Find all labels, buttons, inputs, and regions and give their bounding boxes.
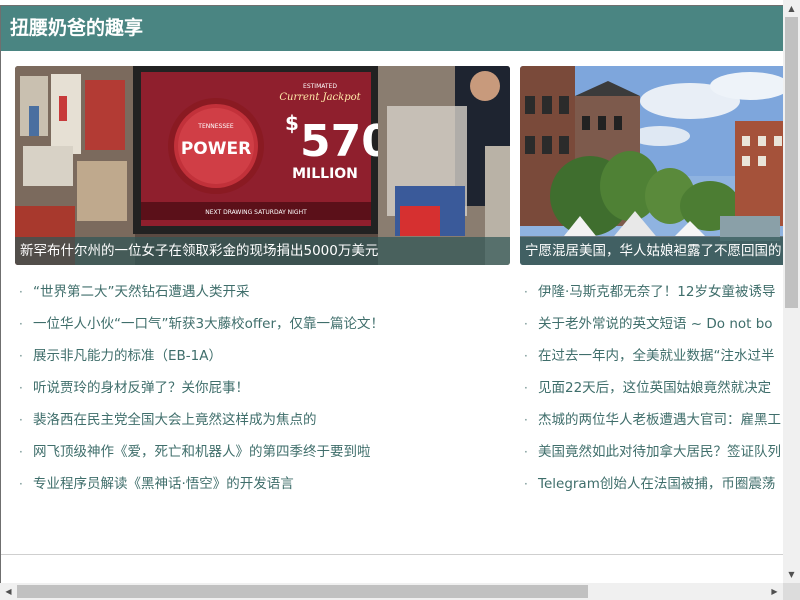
article-link[interactable]: 见面22天后，这位英国姑娘竟然就决定	[538, 380, 771, 396]
bullet-icon: ·	[19, 413, 23, 427]
list-item[interactable]: · 杰城的两位华人老板遭遇大官司：雇黑工	[520, 404, 783, 436]
dollar-sign-text: $	[285, 111, 299, 135]
article-link[interactable]: 展示非凡能力的标准（EB-1A）	[33, 348, 222, 364]
page-frame: 扭腰奶爸的趣享 TENNESSEE POWER ESTIMATED Curren…	[0, 5, 783, 583]
article-link[interactable]: “世界第二大”天然钻石遭遇人类开采	[33, 284, 250, 300]
million-text: MILLION	[292, 166, 358, 182]
list-item[interactable]: · 专业程序员解读《黑神话·悟空》的开发语言	[15, 468, 515, 500]
bullet-icon: ·	[19, 445, 23, 459]
article-link[interactable]: 在过去一年内，全美就业数据“注水过半	[538, 348, 775, 364]
article-link[interactable]: 专业程序员解读《黑神话·悟空》的开发语言	[33, 476, 294, 492]
article-link[interactable]: 网飞顶级神作《爱，死亡和机器人》的第四季终于要到啦	[33, 444, 371, 460]
article-link[interactable]: 一位华人小伙“一口气”斩获3大藤校offer，仅靠一篇论文！	[33, 316, 384, 332]
bullet-icon: ·	[19, 349, 23, 363]
list-item[interactable]: · 关于老外常说的英文短语 ~ Do not bo	[520, 308, 783, 340]
article-link[interactable]: 美国竟然如此对待加拿大居民？签证队列	[538, 444, 781, 460]
vertical-scroll-thumb[interactable]	[785, 17, 798, 308]
list-item[interactable]: · 见面22天后，这位英国姑娘竟然就决定	[520, 372, 783, 404]
featured-card-town[interactable]: 宁愿混居美国，华人姑娘袒露了不愿回国的	[520, 66, 783, 265]
bullet-icon: ·	[524, 477, 528, 491]
estimated-text: ESTIMATED	[303, 83, 337, 90]
lottery-photo: TENNESSEE POWER ESTIMATED Current Jackpo…	[15, 66, 510, 265]
list-item[interactable]: · 展示非凡能力的标准（EB-1A）	[15, 340, 515, 372]
list-item[interactable]: · 在过去一年内，全美就业数据“注水过半	[520, 340, 783, 372]
caption-bar: 宁愿混居美国，华人姑娘袒露了不愿回国的	[520, 237, 783, 265]
horizontal-scrollbar[interactable]: ◀ ▶	[0, 583, 783, 600]
list-item[interactable]: · 裴洛西在民主党全国大会上竟然这样成为焦点的	[15, 404, 515, 436]
brand-text: POWER	[181, 139, 251, 159]
bullet-icon: ·	[524, 381, 528, 395]
bullet-icon: ·	[524, 317, 528, 331]
bullet-icon: ·	[19, 317, 23, 331]
scroll-down-icon[interactable]: ▼	[783, 566, 800, 583]
ticker-text: NEXT DRAWING SATURDAY NIGHT	[205, 209, 307, 216]
vertical-scrollbar[interactable]: ▲ ▼	[783, 0, 800, 583]
bullet-icon: ·	[19, 381, 23, 395]
footer-divider	[1, 554, 783, 555]
article-link[interactable]: 裴洛西在民主党全国大会上竟然这样成为焦点的	[33, 412, 317, 428]
brand-small-text: TENNESSEE	[197, 123, 234, 130]
bullet-icon: ·	[524, 445, 528, 459]
article-list-left: · “世界第二大”天然钻石遭遇人类开采 · 一位华人小伙“一口气”斩获3大藤校off…	[15, 276, 515, 500]
article-link[interactable]: Telegram创始人在法国被捕，币圈震荡	[538, 476, 775, 492]
featured-card-lottery[interactable]: TENNESSEE POWER ESTIMATED Current Jackpo…	[15, 66, 510, 265]
list-item[interactable]: · 伊隆·马斯克都无奈了！12岁女童被诱导	[520, 276, 783, 308]
list-item[interactable]: · Telegram创始人在法国被捕，币圈震荡	[520, 468, 783, 500]
bullet-icon: ·	[19, 477, 23, 491]
jackpot-label-text: Current Jackpot	[279, 92, 361, 103]
horizontal-scroll-thumb[interactable]	[17, 585, 588, 598]
list-item[interactable]: · 网飞顶级神作《爱，死亡和机器人》的第四季终于要到啦	[15, 436, 515, 468]
bullet-icon: ·	[524, 413, 528, 427]
featured-caption[interactable]: 宁愿混居美国，华人姑娘袒露了不愿回国的	[525, 237, 782, 265]
scrollbar-corner	[783, 583, 800, 600]
bullet-icon: ·	[19, 285, 23, 299]
article-list-right: · 伊隆·马斯克都无奈了！12岁女童被诱导 · 关于老外常说的英文短语 ~ Do n…	[520, 276, 783, 500]
scroll-right-icon[interactable]: ▶	[766, 583, 783, 600]
site-header: 扭腰奶爸的趣享	[1, 6, 783, 51]
site-title[interactable]: 扭腰奶爸的趣享	[10, 6, 143, 51]
bullet-icon: ·	[524, 285, 528, 299]
town-photo	[520, 66, 783, 265]
list-item[interactable]: · 一位华人小伙“一口气”斩获3大藤校offer，仅靠一篇论文！	[15, 308, 515, 340]
article-link[interactable]: 杰城的两位华人老板遭遇大官司：雇黑工	[538, 412, 781, 428]
article-link[interactable]: 伊隆·马斯克都无奈了！12岁女童被诱导	[538, 284, 775, 300]
article-link[interactable]: 听说贾玲的身材反弹了？关你屁事！	[33, 380, 249, 396]
caption-bar: 新罕布什尔州的一位女子在领取彩金的现场捐出5000万美元	[15, 237, 510, 265]
bullet-icon: ·	[524, 349, 528, 363]
article-link[interactable]: 关于老外常说的英文短语 ~ Do not bo	[538, 316, 773, 332]
featured-caption[interactable]: 新罕布什尔州的一位女子在领取彩金的现场捐出5000万美元	[20, 237, 378, 265]
scroll-up-icon[interactable]: ▲	[783, 0, 800, 17]
list-item[interactable]: · 听说贾玲的身材反弹了？关你屁事！	[15, 372, 515, 404]
scroll-left-icon[interactable]: ◀	[0, 583, 17, 600]
browser-viewport: 扭腰奶爸的趣享 TENNESSEE POWER ESTIMATED Curren…	[0, 0, 800, 600]
list-item[interactable]: · “世界第二大”天然钻石遭遇人类开采	[15, 276, 515, 308]
list-item[interactable]: · 美国竟然如此对待加拿大居民？签证队列	[520, 436, 783, 468]
